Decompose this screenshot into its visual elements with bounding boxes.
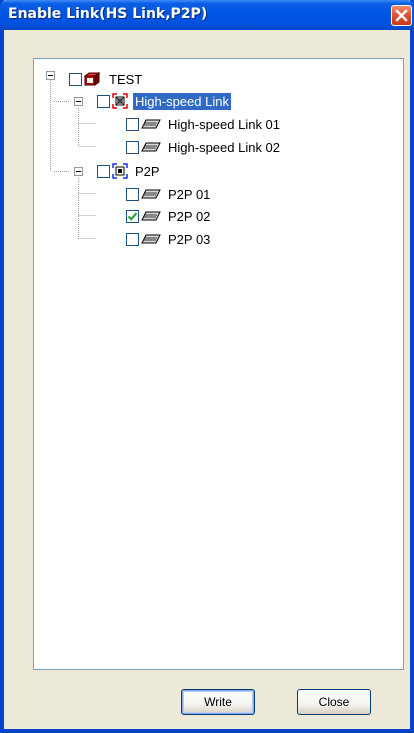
p2p-02-checkbox[interactable] xyxy=(126,209,139,223)
project-icon xyxy=(84,72,101,86)
tree-node-p2p-02[interactable]: P2P 02 xyxy=(126,206,212,226)
link-tree[interactable]: TEST High-speed Link High-speed Link 01 xyxy=(33,58,404,670)
p2p-icon xyxy=(112,163,128,179)
tree-node-p2p[interactable]: P2P xyxy=(97,161,162,181)
tree-node-high-speed-link-02-label: High-speed Link 02 xyxy=(168,139,281,155)
window-title: Enable Link(HS Link,P2P) xyxy=(8,6,208,22)
p2p-03-checkbox[interactable] xyxy=(126,232,139,246)
p2p-collapse-toggle[interactable] xyxy=(74,167,83,176)
high-speed-link-checkbox[interactable] xyxy=(97,94,110,108)
tree-node-high-speed-link-01-label: High-speed Link 01 xyxy=(168,116,281,132)
link-item-icon xyxy=(141,142,161,152)
tree-node-test-label: TEST xyxy=(109,71,143,87)
tree-node-high-speed-link-01[interactable]: High-speed Link 01 xyxy=(126,114,282,134)
link-item-icon xyxy=(141,234,161,244)
title-bar[interactable]: Enable Link(HS Link,P2P) xyxy=(0,0,414,30)
write-button[interactable]: Write xyxy=(181,689,255,715)
close-icon xyxy=(395,9,408,22)
tree-node-high-speed-link-02[interactable]: High-speed Link 02 xyxy=(126,137,282,157)
link-item-icon xyxy=(141,189,161,199)
hs-link-icon xyxy=(112,93,128,109)
dialog-window: Enable Link(HS Link,P2P) TEST High-speed… xyxy=(0,0,414,733)
checkmark-icon xyxy=(127,212,138,221)
link-item-icon xyxy=(141,119,161,129)
window-close-button[interactable] xyxy=(391,5,412,26)
tree-node-high-speed-link-label: High-speed Link xyxy=(133,92,231,110)
p2p-01-checkbox[interactable] xyxy=(126,187,139,201)
tree-node-p2p-03-label: P2P 03 xyxy=(168,231,211,247)
tree-node-p2p-01[interactable]: P2P 01 xyxy=(126,184,212,204)
tree-node-high-speed-link[interactable]: High-speed Link xyxy=(97,91,231,111)
high-speed-link-02-checkbox[interactable] xyxy=(126,140,139,154)
tree-node-p2p-01-label: P2P 01 xyxy=(168,186,211,202)
high-speed-link-01-checkbox[interactable] xyxy=(126,117,139,131)
tree-node-test[interactable]: TEST xyxy=(69,69,144,89)
tree-node-p2p-03[interactable]: P2P 03 xyxy=(126,229,212,249)
p2p-checkbox[interactable] xyxy=(97,164,110,178)
test-checkbox[interactable] xyxy=(69,72,82,86)
hs-link-collapse-toggle[interactable] xyxy=(74,97,83,106)
tree-node-p2p-label: P2P xyxy=(135,163,160,179)
link-item-icon xyxy=(141,211,161,221)
tree-node-p2p-02-label: P2P 02 xyxy=(168,208,211,224)
root-collapse-toggle[interactable] xyxy=(46,71,55,80)
close-button[interactable]: Close xyxy=(297,689,371,715)
